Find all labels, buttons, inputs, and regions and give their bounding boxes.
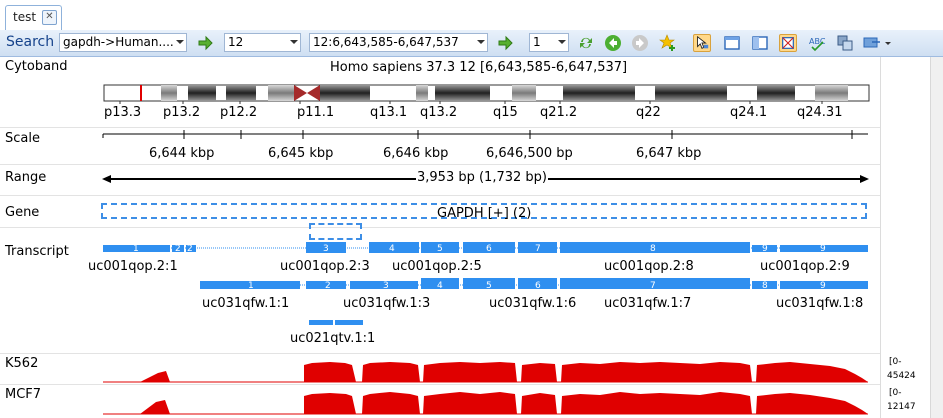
track-separator (0, 227, 880, 228)
forward-icon[interactable] (631, 34, 649, 52)
tab-label: test (13, 10, 37, 24)
select-tool-icon[interactable] (693, 34, 711, 52)
band-label: q13.2 (420, 105, 458, 120)
exon-number: 6 (486, 244, 492, 254)
tab-test[interactable]: test ✕ (5, 5, 62, 30)
genome-browser-panel: Cytoband Homo sapiens 37.3 12 [6,643,585… (0, 57, 943, 418)
fit-icon[interactable] (779, 34, 797, 52)
scale-tick-label: 6,647 kbp (636, 146, 702, 161)
single-view-icon[interactable] (723, 34, 741, 52)
exon-number: 8 (650, 244, 656, 254)
chevron-down-icon[interactable] (290, 40, 298, 44)
scrollbar[interactable] (930, 57, 943, 418)
layout-icon[interactable] (836, 34, 854, 52)
scale-tick-label: 6,645 kbp (268, 146, 334, 161)
transcript-name[interactable]: uc021qtv.1:1 (290, 331, 375, 346)
band-label: q24.1 (730, 105, 768, 120)
transcript-name[interactable]: uc001qop.2:8 (604, 259, 694, 274)
scale-tick-label: 6,646 kbp (383, 146, 449, 161)
selection-box[interactable] (309, 223, 362, 240)
band-label: q15 (493, 105, 518, 120)
band-label: p13.3 (104, 105, 142, 120)
exon-number: 5 (486, 281, 492, 291)
back-icon[interactable] (604, 34, 622, 52)
transcript-name[interactable]: uc031qfw.1:6 (489, 296, 576, 311)
band-label: p12.2 (220, 105, 258, 120)
exon-number: 7 (535, 244, 541, 254)
transcript-name[interactable]: uc001qop.2:1 (88, 259, 178, 274)
band-label: q21.2 (540, 105, 578, 120)
transcript-name[interactable]: uc031qfw.1:7 (604, 296, 691, 311)
gene-label: Gene (5, 205, 40, 220)
transcript-name[interactable]: uc001qop.2:3 (280, 259, 370, 274)
tab-bar: test ✕ (0, 0, 943, 31)
transcript-name[interactable]: uc001qop.2:5 (392, 259, 482, 274)
track-separator (0, 164, 880, 165)
svg-text:ABC: ABC (809, 37, 826, 46)
scale-tick-label: 6,644 kbp (149, 146, 215, 161)
track-separator (0, 195, 880, 196)
scale-tick-label: 6,646,500 bp (486, 146, 573, 161)
toolbar: Search gapdh->Human.... 12 12:6,643,585-… (0, 30, 943, 57)
close-icon[interactable]: ✕ (42, 10, 57, 25)
split-view-icon[interactable] (751, 34, 769, 52)
exon-number: 3 (383, 281, 389, 291)
spell-icon[interactable]: ABC (808, 34, 826, 52)
transcript-track[interactable]: 1 2 2 3 4 5 6 7 8 9 9 1 2 3 4 5 6 7 8 9 (0, 240, 880, 330)
location-combo[interactable]: 12:6,643,585-6,647,537 (309, 33, 488, 52)
exon-number: 9 (820, 281, 826, 291)
chromosome-value: 12 (228, 35, 244, 49)
location-value: 12:6,643,585-6,647,537 (313, 35, 459, 49)
exon-number: 2 (325, 281, 331, 291)
exon-number: 9 (820, 244, 826, 254)
exon-number: 2 (187, 244, 193, 254)
page-combo[interactable]: 1 (529, 33, 569, 52)
exon-number: 7 (650, 281, 656, 291)
exon-number: 2 (175, 244, 181, 254)
refresh-icon[interactable] (577, 34, 595, 52)
band-label: q24.31 (797, 105, 843, 120)
page-value: 1 (533, 35, 541, 49)
exon-number: 8 (762, 281, 768, 291)
exon-number: 6 (535, 281, 541, 291)
dataset-combo[interactable]: gapdh->Human.... (59, 33, 187, 52)
export-dropdown-icon[interactable] (862, 34, 892, 52)
dataset-value: gapdh->Human.... (63, 35, 174, 49)
range-value: 3,953 bp (1,732 bp) (416, 170, 548, 185)
exon-number: 4 (437, 281, 443, 291)
add-bookmark-icon[interactable] (659, 34, 677, 52)
exon-number: 9 (762, 244, 768, 254)
mcf7-coverage[interactable] (0, 384, 880, 418)
mcf7-range-top: [0- (889, 388, 902, 398)
chevron-down-icon[interactable] (477, 40, 485, 44)
band-label: q22 (636, 105, 661, 120)
exon-number: 1 (133, 244, 139, 254)
transcript-name[interactable]: uc031qfw.1:1 (202, 296, 289, 311)
search-label: Search (6, 34, 55, 50)
transcript-name[interactable]: uc031qfw.1:3 (343, 296, 430, 311)
panel-border (880, 57, 881, 418)
exon-number: 5 (437, 244, 443, 254)
exon-number: 3 (323, 244, 329, 254)
band-label: q13.1 (370, 105, 408, 120)
k562-range-max: 45424 (887, 371, 916, 381)
chevron-down-icon[interactable] (176, 40, 184, 44)
k562-coverage[interactable] (0, 353, 880, 383)
exon-number: 1 (248, 281, 254, 291)
go-arrow-icon[interactable] (196, 34, 214, 52)
go-arrow-icon[interactable] (496, 34, 514, 52)
band-label: p11.1 (297, 105, 335, 120)
transcript-name[interactable]: uc031qfw.1:8 (776, 296, 863, 311)
k562-range-top: [0- (889, 357, 902, 367)
transcript-name[interactable]: uc001qop.2:9 (760, 259, 850, 274)
mcf7-range-max: 12147 (887, 402, 916, 412)
exon-number: 4 (389, 244, 395, 254)
chromosome-combo[interactable]: 12 (224, 33, 301, 52)
band-label: p13.2 (163, 105, 201, 120)
chevron-down-icon[interactable] (558, 40, 566, 44)
gene-name: GAPDH [+] (2) (437, 206, 532, 221)
